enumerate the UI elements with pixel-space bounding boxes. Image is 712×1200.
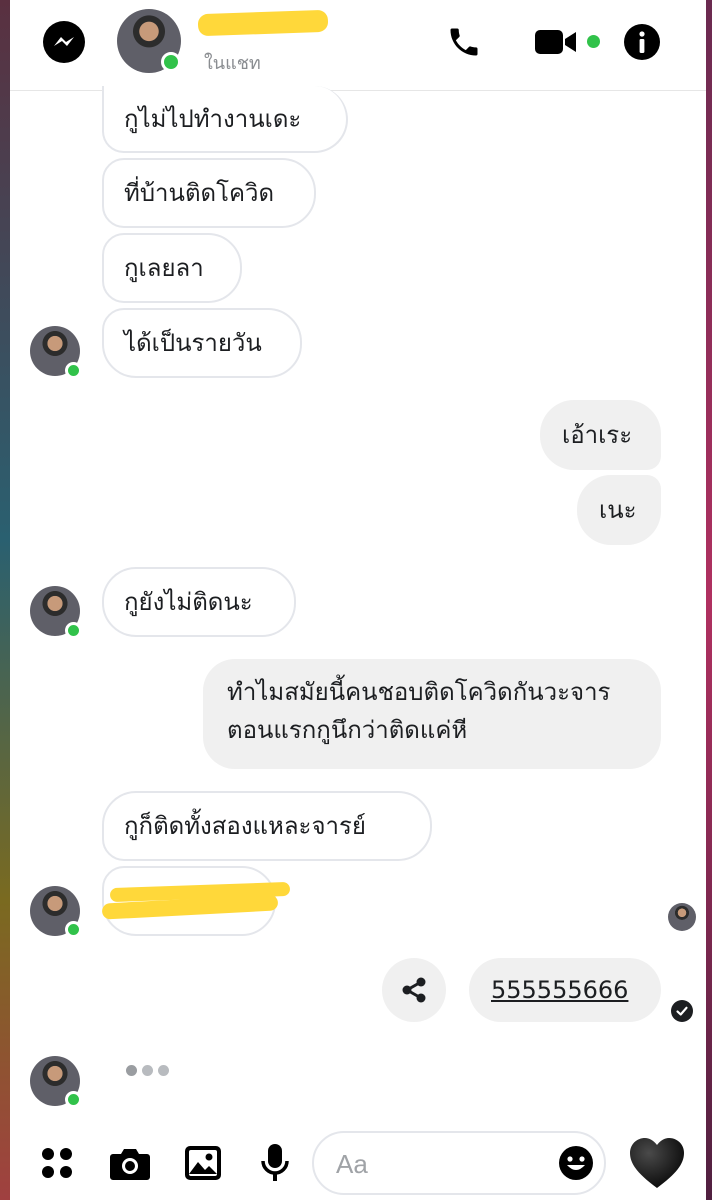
emoji-icon[interactable]: [558, 1145, 594, 1181]
redacted-message-content: [101, 881, 292, 920]
apps-icon[interactable]: [34, 1140, 80, 1186]
chat-header: ในแชท: [10, 0, 706, 91]
online-indicator: [65, 921, 82, 938]
info-icon[interactable]: [618, 18, 666, 66]
incoming-message[interactable]: ได้เป็นรายวัน: [102, 308, 302, 378]
camera-icon[interactable]: [107, 1140, 153, 1186]
video-online-dot: [587, 35, 600, 48]
incoming-message[interactable]: กูยังไม่ติดนะ: [102, 567, 296, 637]
seen-avatar: [668, 903, 696, 931]
chat-screen: ในแชท กูไม่ไปทำงานเดะ ที่บ้านติดโควิด กู…: [10, 0, 706, 1200]
background-edge-right: [706, 0, 712, 1200]
online-indicator: [65, 362, 82, 379]
outgoing-message[interactable]: เนะ: [577, 475, 661, 545]
delivered-check-icon: [671, 1000, 693, 1022]
active-status: ในแชท: [204, 53, 261, 74]
typing-indicator: [126, 1065, 169, 1076]
incoming-message[interactable]: ที่บ้านติดโควิด: [102, 158, 316, 228]
microphone-icon[interactable]: [252, 1140, 298, 1186]
message-link[interactable]: 555555666: [491, 972, 628, 1008]
outgoing-message[interactable]: ทำไมสมัยนี้คนชอบติดโควิดกันวะจาร ตอนแรกก…: [203, 659, 661, 769]
messenger-icon[interactable]: [40, 18, 88, 66]
message-input[interactable]: Aa: [312, 1131, 606, 1195]
image-icon[interactable]: [180, 1140, 226, 1186]
incoming-message[interactable]: กูเลยลา: [102, 233, 242, 303]
outgoing-message[interactable]: เอ้าเระ: [540, 400, 661, 470]
online-indicator: [65, 622, 82, 639]
heart-icon[interactable]: [628, 1136, 686, 1192]
online-indicator: [65, 1091, 82, 1108]
share-icon: [402, 977, 426, 1003]
redacted-contact-name: [197, 9, 329, 37]
incoming-message[interactable]: กูก็ติดทั้งสองแหละจารย์: [102, 791, 432, 861]
video-camera-icon[interactable]: [526, 18, 586, 66]
outgoing-message[interactable]: 555555666: [469, 958, 661, 1022]
incoming-message[interactable]: กูไม่ไปทำงานเดะ: [102, 86, 348, 153]
input-placeholder: Aa: [336, 1149, 368, 1179]
share-button[interactable]: [382, 958, 446, 1022]
online-indicator: [161, 52, 181, 72]
background-edge-left: [0, 0, 10, 1200]
phone-icon[interactable]: [440, 18, 488, 66]
